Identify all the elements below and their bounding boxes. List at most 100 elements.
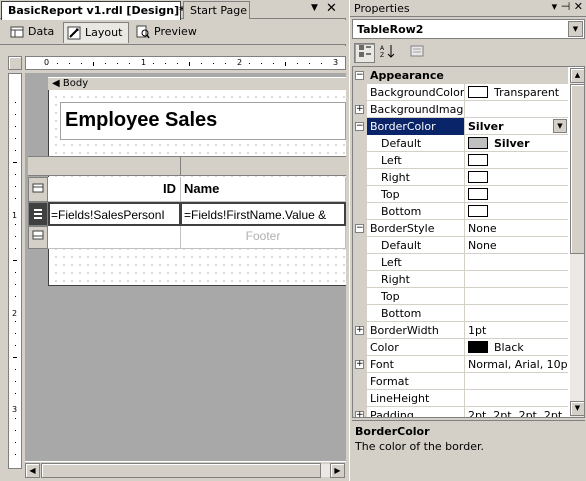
- expand-icon[interactable]: +: [355, 411, 364, 417]
- property-value[interactable]: [465, 288, 568, 305]
- property-category[interactable]: − Appearance: [353, 67, 568, 84]
- row-handle[interactable]: [28, 177, 48, 202]
- color-swatch: [468, 154, 488, 166]
- ruler-dot: [309, 63, 310, 64]
- description-text: The color of the border.: [355, 440, 484, 453]
- property-grid[interactable]: − Appearance BackgroundColor Transparent + Ba…: [352, 66, 585, 418]
- property-value[interactable]: [465, 254, 568, 271]
- scroll-thumb[interactable]: [41, 463, 321, 478]
- expand-icon[interactable]: +: [355, 326, 364, 335]
- ruler-dot: [249, 63, 250, 64]
- property-row[interactable]: +FontNormal, Arial, 10pt, N: [353, 356, 568, 373]
- body-section-band[interactable]: ◀ Body: [48, 77, 346, 90]
- collapse-icon[interactable]: −: [355, 71, 364, 80]
- property-expander-gutter: [353, 339, 367, 356]
- property-value[interactable]: Black: [465, 339, 568, 356]
- property-row[interactable]: Bottom: [353, 203, 568, 220]
- property-grid-scrollbar[interactable]: ▲ ▼: [570, 68, 584, 417]
- property-row[interactable]: + BackgroundImage: [353, 101, 568, 118]
- property-value[interactable]: [465, 203, 568, 220]
- property-row[interactable]: Left: [353, 152, 568, 169]
- tab-list-dropdown-icon[interactable]: ▼: [311, 3, 318, 13]
- property-row[interactable]: Format: [353, 373, 568, 390]
- property-row[interactable]: Default None: [353, 237, 568, 254]
- property-row[interactable]: Right: [353, 169, 568, 186]
- property-value[interactable]: 1pt: [465, 322, 568, 339]
- collapse-icon[interactable]: −: [355, 122, 364, 131]
- report-title-textbox[interactable]: Employee Sales: [60, 102, 346, 140]
- tab-layout[interactable]: Layout: [63, 22, 129, 43]
- property-value[interactable]: None: [465, 237, 568, 254]
- color-swatch: [468, 188, 488, 200]
- property-value[interactable]: [465, 271, 568, 288]
- property-value[interactable]: [465, 305, 568, 322]
- table-header-cell-id[interactable]: ID: [48, 177, 181, 202]
- property-row[interactable]: LineHeight: [353, 390, 568, 407]
- chevron-down-icon[interactable]: ▼: [568, 21, 583, 37]
- property-value[interactable]: Silver ▼: [465, 118, 568, 135]
- scroll-down-icon[interactable]: ▼: [570, 401, 584, 416]
- property-value[interactable]: Silver: [465, 135, 568, 152]
- column-handle-id[interactable]: [48, 156, 181, 176]
- row-handle-selected[interactable]: [28, 202, 48, 226]
- tab-start-page[interactable]: Start Page: [183, 1, 250, 19]
- property-row[interactable]: + Padding 2pt, 2pt, 2pt, 2pt: [353, 407, 568, 417]
- property-value[interactable]: None: [465, 220, 568, 237]
- ruler-dot: [15, 138, 16, 139]
- scroll-up-icon[interactable]: ▲: [570, 68, 584, 83]
- row-handle[interactable]: [28, 226, 48, 249]
- alphabetical-button[interactable]: AZ: [377, 43, 398, 63]
- ruler-dot: [261, 63, 262, 64]
- scroll-left-icon[interactable]: ◀: [25, 463, 40, 478]
- property-expander-gutter: +: [353, 407, 367, 417]
- chevron-down-icon[interactable]: ▼: [553, 119, 567, 133]
- property-value[interactable]: Transparent: [465, 84, 568, 101]
- pin-icon[interactable]: ⊣: [561, 0, 571, 13]
- collapse-icon[interactable]: −: [355, 224, 364, 233]
- properties-title: Properties: [354, 2, 410, 15]
- property-value[interactable]: 2pt, 2pt, 2pt, 2pt: [465, 407, 568, 417]
- property-row[interactable]: + BorderWidth 1pt: [353, 322, 568, 339]
- property-value[interactable]: [465, 390, 568, 407]
- ruler-corner: [8, 56, 22, 70]
- expand-icon[interactable]: +: [355, 105, 364, 114]
- property-value[interactable]: [465, 169, 568, 186]
- property-row[interactable]: Top: [353, 288, 568, 305]
- scroll-right-icon[interactable]: ▶: [330, 463, 345, 478]
- property-row[interactable]: Color Black: [353, 339, 568, 356]
- object-selector[interactable]: TableRow2 ▼: [352, 19, 585, 39]
- color-swatch: [468, 205, 488, 217]
- horizontal-scrollbar[interactable]: ◀ ▶: [25, 461, 346, 478]
- body-arrow-icon: ◀: [52, 78, 60, 89]
- property-value[interactable]: [465, 186, 568, 203]
- dropdown-icon[interactable]: ▾: [552, 0, 558, 13]
- property-value[interactable]: [465, 101, 568, 118]
- property-row[interactable]: Right: [353, 271, 568, 288]
- property-row[interactable]: − BorderColor Silver ▼: [353, 118, 568, 135]
- tab-preview[interactable]: Preview: [134, 22, 200, 43]
- table-detail-cell-id[interactable]: =Fields!SalesPersonI: [48, 202, 181, 226]
- property-row[interactable]: − BorderStyle None: [353, 220, 568, 237]
- property-row[interactable]: Top: [353, 186, 568, 203]
- close-icon[interactable]: ✕: [574, 0, 583, 13]
- table-footer-cell-id[interactable]: [48, 226, 181, 249]
- property-row[interactable]: Left: [353, 254, 568, 271]
- properties-toolbar: AZ: [352, 42, 585, 64]
- property-value[interactable]: [465, 152, 568, 169]
- close-icon[interactable]: ✕: [326, 1, 337, 16]
- table-detail-cell-name[interactable]: =Fields!FirstName.Value &: [180, 202, 346, 226]
- property-row[interactable]: Bottom: [353, 305, 568, 322]
- table-header-cell-name[interactable]: Name: [181, 177, 346, 202]
- categorized-button[interactable]: [354, 43, 375, 63]
- property-value[interactable]: Normal, Arial, 10pt, N: [465, 356, 568, 373]
- property-row[interactable]: Default Silver: [353, 135, 568, 152]
- tab-basicreport-design[interactable]: BasicReport v1.rdl [Design]*: [1, 1, 185, 20]
- scroll-thumb[interactable]: [570, 84, 584, 254]
- property-pages-button[interactable]: [406, 43, 427, 63]
- property-value[interactable]: [465, 373, 568, 390]
- expand-icon[interactable]: +: [355, 360, 364, 369]
- property-row[interactable]: BackgroundColor Transparent: [353, 84, 568, 101]
- property-value-text: Black: [494, 341, 524, 354]
- table-footer-cell-name[interactable]: Footer: [181, 226, 346, 249]
- tab-data[interactable]: Data: [8, 22, 60, 43]
